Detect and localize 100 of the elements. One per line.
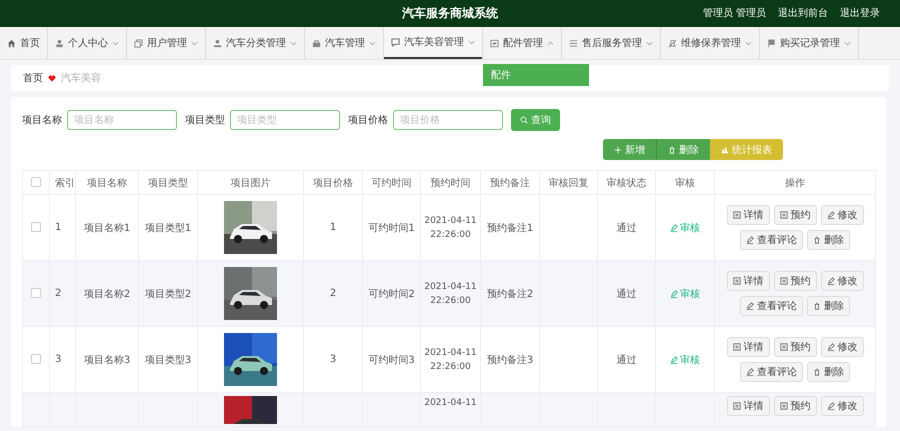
column-header: 审核状态 <box>606 178 646 188</box>
column-header: 索引 <box>54 176 75 190</box>
table-cell: 2 <box>330 288 336 299</box>
table-cell: 2 <box>55 288 62 299</box>
edit-button[interactable]: 修改 <box>820 337 864 357</box>
column-header: 项目类型 <box>148 178 188 188</box>
table-cell: 可约时间1 <box>368 222 415 234</box>
book-button[interactable]: 预约 <box>774 205 816 225</box>
table-cell: 项目名称2 <box>84 288 130 300</box>
nav-tab[interactable]: 个人中心 <box>48 27 126 59</box>
bell-off-icon <box>668 38 677 48</box>
table-cell: 预约备注2 <box>486 288 534 300</box>
table-cell: 预约备注1 <box>486 222 534 234</box>
detail-button[interactable]: 详情 <box>726 396 770 416</box>
list-icon <box>569 38 578 48</box>
search-field[interactable]: 项目类型 <box>230 110 340 130</box>
table-cell-text: 2021-04-11 <box>423 346 478 360</box>
breadcrumb-item[interactable]: 首页 <box>23 71 43 85</box>
pencil-icon <box>746 236 754 244</box>
pencil-icon <box>670 290 678 298</box>
person-icon <box>213 38 222 48</box>
search-field[interactable]: 项目价格 <box>393 110 503 130</box>
pencil-icon <box>670 224 678 232</box>
table-cell: 项目名称1 <box>84 222 130 234</box>
chart-icon <box>721 146 729 154</box>
table-cell: 项目类型1 <box>144 222 192 234</box>
column-header: 预约时间 <box>430 178 470 188</box>
nav-tab[interactable]: 售后服务管理 <box>562 27 660 59</box>
flag-icon <box>767 38 776 48</box>
field-label: 项目价格 <box>348 114 388 127</box>
table-cell-text: 2021-04-11 <box>423 280 478 294</box>
pencil-icon <box>826 277 834 285</box>
edit-button[interactable]: 查看评论 <box>740 230 803 250</box>
checkbox[interactable] <box>31 354 41 364</box>
trash-icon <box>813 302 821 310</box>
pencil-icon <box>826 343 834 351</box>
delete-button[interactable]: 删除 <box>807 230 850 250</box>
nav-tab[interactable]: 购买记录管理 <box>760 27 858 59</box>
trash-icon <box>813 368 821 376</box>
nav-tab[interactable]: 用户管理 <box>127 27 205 59</box>
table-cell-text: 2021-04-11 <box>423 214 478 228</box>
person-icon <box>55 38 64 48</box>
table-cell: 通过 <box>616 222 636 234</box>
pencil-icon <box>826 402 834 410</box>
pencil-icon <box>746 302 754 310</box>
column-header: 项目名称 <box>87 178 127 188</box>
delete-button[interactable]: 删除 <box>807 296 850 316</box>
table-cell-text: 22:26:00 <box>429 294 472 308</box>
table-cell: 3 <box>330 354 336 365</box>
table-cell: 可约时间2 <box>368 288 415 300</box>
edit-button[interactable]: 修改 <box>820 271 864 291</box>
home-icon <box>7 38 16 48</box>
edit-button[interactable]: 查看评论 <box>740 362 803 382</box>
table-cell: 3 <box>55 354 62 365</box>
table-cell-text: 22:26:00 <box>429 360 472 374</box>
search-field[interactable]: 项目名称 <box>67 110 177 130</box>
trash-icon <box>813 236 821 244</box>
table-cell-text: 22:26:00 <box>429 228 472 242</box>
checkbox[interactable] <box>31 177 41 188</box>
chat-icon <box>391 38 400 46</box>
column-header: 预约备注 <box>490 178 530 188</box>
nav-tab[interactable]: 维修保养管理 <box>661 27 759 59</box>
column-header: 项目价格 <box>313 178 353 188</box>
header-link[interactable]: 管理员 管理员 <box>702 6 766 20</box>
pencil-icon <box>826 211 834 219</box>
edit-button[interactable]: 修改 <box>820 396 864 416</box>
table-cell: 1 <box>330 222 336 233</box>
table-cell: 1 <box>55 222 62 233</box>
checkbox[interactable] <box>31 222 41 232</box>
field-label: 项目名称 <box>22 114 62 127</box>
column-header: 审核 <box>675 178 695 188</box>
edit-button[interactable]: 修改 <box>820 205 864 225</box>
image-icon <box>490 38 499 48</box>
plus-icon <box>614 146 622 154</box>
table-cell: 预约备注3 <box>486 354 534 366</box>
column-header: 操作 <box>785 178 805 188</box>
nav-tab[interactable]: 汽车美容管理 <box>384 27 482 59</box>
nav-tab[interactable]: 汽车管理 <box>305 27 383 59</box>
book-button[interactable]: 预约 <box>774 337 816 357</box>
edit-button[interactable]: 查看评论 <box>740 296 803 316</box>
trash-icon <box>668 146 676 154</box>
nav-tab[interactable]: 首页 <box>0 27 47 59</box>
nav-tab[interactable]: 配件管理 <box>483 27 561 59</box>
breadcrumb-item: 汽车美容 <box>61 72 101 85</box>
pencil-icon <box>670 356 678 364</box>
detail-button[interactable]: 详情 <box>726 271 770 291</box>
header-link[interactable]: 退出登录 <box>840 6 880 20</box>
detail-button[interactable]: 详情 <box>726 205 770 225</box>
table-cell: 通过 <box>616 354 636 366</box>
nav-tab[interactable]: 汽车分类管理 <box>206 27 304 59</box>
checkbox[interactable] <box>31 288 41 298</box>
briefcase-icon <box>312 38 321 48</box>
book-button[interactable]: 预约 <box>774 271 816 291</box>
column-header: 审核回复 <box>548 178 588 188</box>
pencil-icon <box>746 368 754 376</box>
delete-button[interactable]: 删除 <box>807 362 850 382</box>
header-link[interactable]: 退出到前台 <box>778 6 828 20</box>
copy-icon <box>134 38 143 48</box>
book-button[interactable]: 预约 <box>774 396 816 416</box>
detail-button[interactable]: 详情 <box>726 337 770 357</box>
